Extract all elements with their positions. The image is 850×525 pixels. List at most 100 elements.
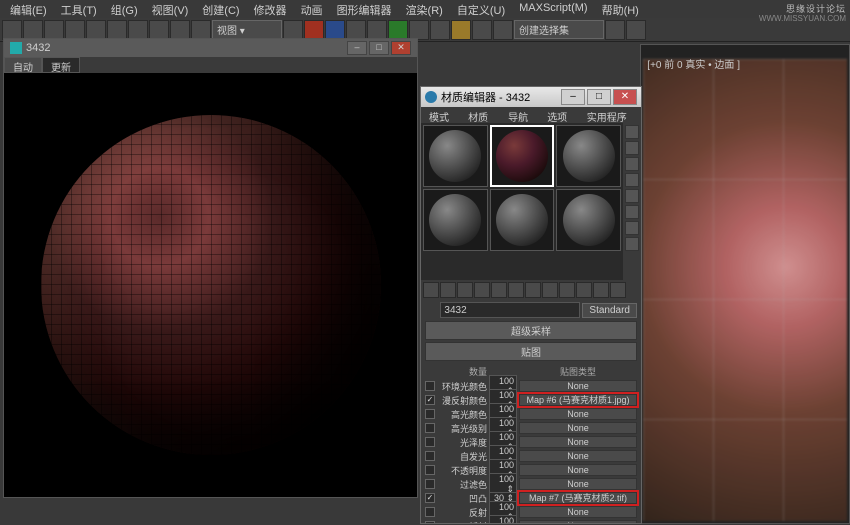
map-slot-button[interactable]: None: [519, 506, 637, 518]
menu-view[interactable]: 视图(V): [146, 2, 195, 16]
select-name-button[interactable]: [107, 20, 127, 40]
tab-auto[interactable]: 自动: [4, 57, 42, 73]
mat-id-button[interactable]: [542, 282, 558, 298]
pick-material-button[interactable]: [425, 303, 431, 317]
link-button[interactable]: [44, 20, 64, 40]
refcoord-dropdown[interactable]: 视图 ▾: [212, 20, 282, 39]
meditor-titlebar[interactable]: 材质编辑器 - 3432 – □ ✕: [421, 87, 641, 107]
map-slot-button[interactable]: None: [519, 450, 637, 462]
meditor-maximize-button[interactable]: □: [587, 89, 611, 105]
map-slot-button[interactable]: None: [519, 478, 637, 490]
undo-button[interactable]: [2, 20, 22, 40]
preview-titlebar[interactable]: 3432 – □ ✕: [4, 39, 417, 57]
map-checkbox[interactable]: [425, 381, 435, 391]
make-unique-button[interactable]: [508, 282, 524, 298]
maximize-button[interactable]: □: [369, 41, 389, 55]
menu-maxscript[interactable]: MAXScript(M): [513, 2, 593, 16]
meditor-close-button[interactable]: ✕: [613, 89, 637, 105]
menu-grapheditors[interactable]: 图形编辑器: [331, 2, 398, 16]
map-slot-button[interactable]: Map #7 (马赛克材质2.tif): [519, 492, 637, 504]
map-slot-button[interactable]: None: [519, 436, 637, 448]
map-slot-button[interactable]: Map #6 (马赛克材质1.jpg): [519, 394, 637, 406]
go-forward-button[interactable]: [610, 282, 626, 298]
get-material-button[interactable]: [423, 282, 439, 298]
snap-toggle-button[interactable]: [304, 20, 324, 40]
me-menu-mode[interactable]: 模式(D): [425, 109, 462, 121]
slot-2[interactable]: [490, 125, 555, 187]
spinner-snap-button[interactable]: [367, 20, 387, 40]
rotate-button[interactable]: [170, 20, 190, 40]
slot-3[interactable]: [556, 125, 621, 187]
map-checkbox[interactable]: [425, 521, 435, 523]
go-parent-button[interactable]: [593, 282, 609, 298]
align-button[interactable]: [409, 20, 429, 40]
put-to-lib-button[interactable]: [525, 282, 541, 298]
menu-render[interactable]: 渲染(R): [400, 2, 449, 16]
map-checkbox[interactable]: [425, 409, 435, 419]
sample-type-button[interactable]: [625, 125, 639, 139]
make-copy-button[interactable]: [491, 282, 507, 298]
map-slot-button[interactable]: None: [519, 520, 637, 523]
options-button[interactable]: [625, 221, 639, 235]
menu-modifiers[interactable]: 修改器: [248, 2, 293, 16]
video-check-button[interactable]: [625, 189, 639, 203]
menu-tools[interactable]: 工具(T): [55, 2, 103, 16]
angle-snap-button[interactable]: [325, 20, 345, 40]
close-button[interactable]: ✕: [391, 41, 411, 55]
mirror-button[interactable]: [388, 20, 408, 40]
uvtile-button[interactable]: [625, 173, 639, 187]
slot-6[interactable]: [556, 189, 621, 251]
material-editor-button[interactable]: [493, 20, 513, 40]
menu-animation[interactable]: 动画: [295, 2, 329, 16]
eyedropper-icon[interactable]: [433, 303, 439, 317]
show-end-button[interactable]: [576, 282, 592, 298]
unlink-button[interactable]: [65, 20, 85, 40]
background-viewport[interactable]: [640, 44, 850, 524]
map-checkbox[interactable]: [425, 507, 435, 517]
map-checkbox[interactable]: ✓: [425, 493, 435, 503]
move-button[interactable]: [149, 20, 169, 40]
material-type-button[interactable]: Standard: [582, 303, 637, 318]
show-map-button[interactable]: [559, 282, 575, 298]
meditor-minimize-button[interactable]: –: [561, 89, 585, 105]
layers-button[interactable]: [430, 20, 450, 40]
select-region-button[interactable]: [128, 20, 148, 40]
me-menu-nav[interactable]: 导航(N): [504, 109, 541, 121]
map-checkbox[interactable]: ✓: [425, 395, 435, 405]
map-checkbox[interactable]: [425, 451, 435, 461]
menu-create[interactable]: 创建(C): [196, 2, 245, 16]
select-button[interactable]: [86, 20, 106, 40]
slot-4[interactable]: [423, 189, 488, 251]
preview-button[interactable]: [625, 205, 639, 219]
minimize-button[interactable]: –: [347, 41, 367, 55]
menu-edit[interactable]: 编辑(E): [4, 2, 53, 16]
map-slot-button[interactable]: None: [519, 380, 637, 392]
render-button[interactable]: [626, 20, 646, 40]
pivot-button[interactable]: [283, 20, 303, 40]
menu-customize[interactable]: 自定义(U): [451, 2, 511, 16]
me-menu-util[interactable]: 实用程序(U): [583, 109, 637, 121]
map-amount-input[interactable]: 100 ⇕: [489, 515, 517, 524]
map-slot-button[interactable]: None: [519, 408, 637, 420]
schematic-button[interactable]: [472, 20, 492, 40]
preview-canvas[interactable]: [4, 73, 417, 497]
me-menu-options[interactable]: 选项(O): [543, 109, 581, 121]
menu-group[interactable]: 组(G): [105, 2, 144, 16]
map-checkbox[interactable]: [425, 465, 435, 475]
backlight-button[interactable]: [625, 141, 639, 155]
put-to-scene-button[interactable]: [440, 282, 456, 298]
menu-help[interactable]: 帮助(H): [596, 2, 645, 16]
selection-set-dropdown[interactable]: 创建选择集: [514, 20, 604, 39]
map-slot-button[interactable]: None: [519, 464, 637, 476]
select-by-mat-button[interactable]: [625, 237, 639, 251]
reset-button[interactable]: [474, 282, 490, 298]
viewport-label[interactable]: [+0 前 0 真实 • 边面 ]: [647, 56, 740, 71]
map-slot-button[interactable]: None: [519, 422, 637, 434]
redo-button[interactable]: [23, 20, 43, 40]
map-checkbox[interactable]: [425, 423, 435, 433]
render-setup-button[interactable]: [605, 20, 625, 40]
material-name-input[interactable]: [440, 302, 580, 318]
tab-update[interactable]: 更新: [42, 57, 80, 73]
rollout-maps[interactable]: 贴图: [425, 342, 637, 361]
curve-editor-button[interactable]: [451, 20, 471, 40]
